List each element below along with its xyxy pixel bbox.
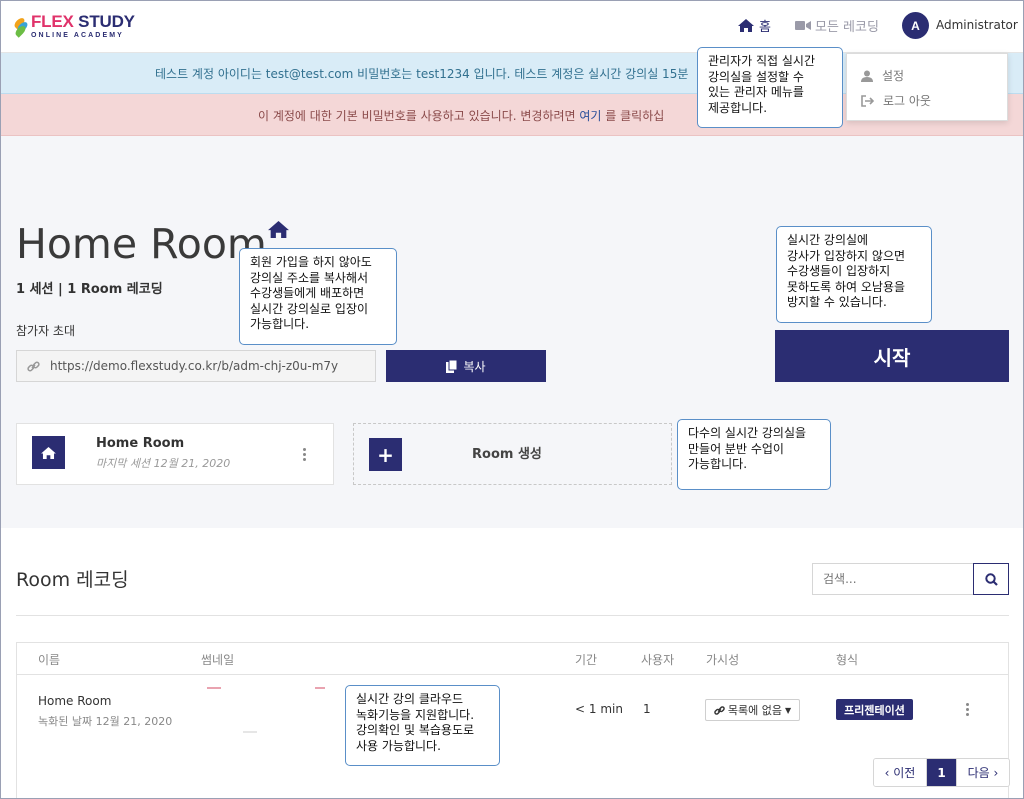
warn-banner-tail: 를 클릭하십	[601, 109, 665, 123]
recordings-section-title: Room 레코딩	[16, 569, 129, 591]
recording-name: Home Room	[38, 694, 112, 708]
nav-all-recordings-link[interactable]: 모든 레코딩	[795, 16, 879, 35]
search-icon	[984, 572, 998, 586]
room-options-kebab-icon[interactable]	[302, 448, 306, 461]
user-icon	[861, 70, 873, 82]
link-icon	[27, 361, 40, 371]
recording-tooltip: 실시간 강의 클라우드 녹화기능을 지원합니다. 강의확인 및 복습용도로 사용…	[345, 685, 500, 766]
video-camera-icon	[795, 21, 811, 30]
create-room-tooltip: 다수의 실시간 강의실을 만들어 분반 수업이 가능합니다.	[677, 419, 831, 490]
pagination: ‹ 이전 1 다음 ›	[873, 758, 1010, 787]
home-icon	[738, 19, 754, 32]
room-card-home-icon	[32, 436, 65, 469]
warn-banner-text: 이 계정에 대한 기본 비밀번호를 사용하고 있습니다. 변경하려면	[258, 109, 580, 123]
invite-participants-label: 참가자 초대	[16, 324, 76, 338]
col-name: 이름	[38, 653, 61, 667]
page-title: Home Room	[16, 220, 267, 268]
info-banner-text: 테스트 계정 아이디는 test@test.com 비밀번호는 test1234…	[155, 67, 689, 81]
pagination-prev[interactable]: ‹ 이전	[874, 759, 927, 786]
visibility-dropdown[interactable]: 목록에 없음 ▼	[705, 699, 800, 721]
caret-down-icon: ▼	[784, 705, 792, 715]
menu-item-logout-label: 로그 아웃	[883, 94, 931, 108]
recording-thumbnail[interactable]	[203, 687, 331, 737]
user-name-menu[interactable]: Administrator	[936, 18, 1018, 32]
logo-subtitle: ONLINE ACADEMY	[31, 32, 124, 39]
plus-icon: +	[369, 438, 402, 471]
room-card-last-session: 마지막 세션 12월 21, 2020	[96, 457, 231, 470]
col-format: 형식	[836, 653, 859, 667]
create-room-card[interactable]: + Room 생성	[353, 423, 672, 485]
avatar[interactable]: A	[902, 12, 929, 39]
recordings-table: 이름 썸네일 기간 사용자 가시성 형식 Home Room 녹화된 날짜 12…	[16, 642, 1009, 799]
start-button-tooltip: 실시간 강의실에 강사가 입장하지 않으면 수강생들이 입장하지 못하도록 하여…	[776, 226, 932, 323]
copy-button-label: 복사	[463, 359, 486, 374]
room-card-name: Home Room	[96, 436, 185, 451]
recordings-search	[812, 563, 1009, 595]
nav-all-recordings-label: 모든 레코딩	[815, 20, 879, 35]
col-duration: 기간	[575, 653, 598, 667]
section-divider	[16, 615, 1009, 616]
table-header: 이름 썸네일 기간 사용자 가시성 형식	[17, 643, 1008, 675]
admin-menu-tooltip: 관리자가 직접 실시간 강의실을 설정할 수 있는 관리자 메뉴를 제공합니다.	[697, 47, 843, 128]
logo-text-study: STUDY	[73, 12, 135, 31]
link-icon	[714, 705, 725, 715]
recording-duration: < 1 min	[575, 702, 623, 716]
nav-home-label: 홈	[759, 20, 771, 35]
recording-users: 1	[643, 702, 651, 716]
col-visibility: 가시성	[706, 653, 740, 667]
home-room-icon	[268, 221, 289, 238]
invite-url-field[interactable]	[16, 350, 376, 382]
menu-item-logout[interactable]: 로그 아웃	[861, 92, 931, 109]
flex-study-logo[interactable]: FLEX STUDY ONLINE ACADEMY	[12, 12, 135, 40]
recording-options-kebab-icon[interactable]	[965, 703, 969, 716]
session-recording-count: 1 세션 | 1 Room 레코딩	[16, 282, 163, 297]
logo-text-flex: FLEX	[31, 12, 74, 31]
recording-date: 녹화된 날짜 12월 21, 2020	[38, 715, 173, 728]
invite-url-input[interactable]	[50, 359, 350, 373]
top-navbar: FLEX STUDY ONLINE ACADEMY 홈 모든 레코딩 A Adm…	[0, 0, 1024, 53]
format-presentation-button[interactable]: 프리젠테이션	[836, 699, 913, 720]
start-session-button[interactable]: 시작	[775, 330, 1009, 382]
menu-item-settings[interactable]: 설정	[861, 67, 904, 84]
copy-url-button[interactable]: 복사	[386, 350, 546, 382]
pagination-page-current[interactable]: 1	[927, 759, 956, 786]
user-dropdown-menu: 설정 로그 아웃	[846, 53, 1008, 121]
menu-item-settings-label: 설정	[882, 69, 905, 83]
search-input[interactable]	[812, 563, 973, 595]
copy-icon	[446, 359, 458, 373]
home-room-card[interactable]: Home Room 마지막 세션 12월 21, 2020	[16, 423, 334, 485]
visibility-label: 목록에 없음	[727, 704, 782, 717]
sign-out-icon	[861, 94, 874, 107]
create-room-label: Room 생성	[472, 447, 542, 462]
col-thumbnail: 썸네일	[201, 653, 235, 667]
copy-url-tooltip: 회원 가입을 하지 않아도 강의실 주소를 복사해서 수강생들에게 배포하면 실…	[239, 248, 397, 345]
pagination-next[interactable]: 다음 ›	[956, 759, 1009, 786]
change-password-link[interactable]: 여기	[579, 109, 601, 123]
search-button[interactable]	[973, 563, 1009, 595]
logo-leaf-icon	[12, 15, 30, 38]
col-users: 사용자	[641, 653, 675, 667]
nav-home-link[interactable]: 홈	[738, 16, 771, 35]
